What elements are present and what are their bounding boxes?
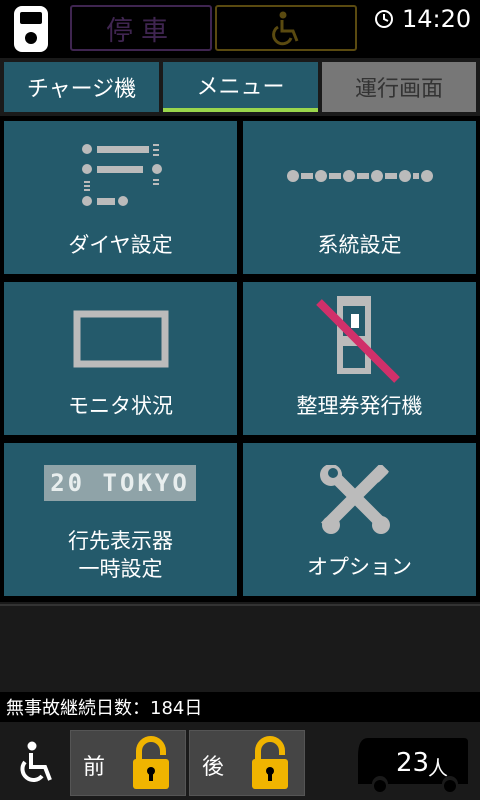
- wheelchair-icon: [272, 11, 299, 46]
- menu-tile-destination-display[interactable]: 20 TOKYO 行先表示器 一時設定: [4, 443, 237, 596]
- front-door-label: 前: [83, 755, 106, 780]
- clock-icon: [375, 10, 393, 28]
- menu-tile-label: オプション: [307, 555, 412, 579]
- empty-area: [0, 604, 480, 694]
- device-icon: [14, 6, 48, 52]
- menu-tile-label: ダイヤ設定: [68, 233, 173, 257]
- rear-door-lock-button[interactable]: 後: [189, 730, 305, 796]
- menu-tile-route[interactable]: 系統設定: [243, 121, 476, 274]
- status-bar: 停車 14:20: [0, 0, 480, 58]
- stop-indicator-label: 停車: [106, 15, 176, 47]
- passenger-count: 23: [396, 748, 430, 778]
- menu-tile-label: 系統設定: [317, 233, 402, 257]
- menu-tile-monitor[interactable]: モニタ状況: [4, 282, 237, 435]
- tools-icon: [320, 465, 390, 534]
- route-line-icon: [287, 170, 433, 182]
- wheelchair-icon[interactable]: [14, 740, 58, 786]
- destination-display-text: 20 TOKYO: [50, 469, 190, 497]
- menu-tile-options[interactable]: オプション: [243, 443, 476, 596]
- passenger-counter: 23 人: [354, 736, 470, 794]
- menu-tile-timetable[interactable]: ダイヤ設定: [4, 121, 237, 274]
- tab-charger[interactable]: チャージ機: [4, 62, 159, 112]
- lock-icon: [252, 736, 288, 789]
- wheelchair-indicator: [215, 5, 357, 51]
- clock-time: 14:20: [402, 5, 472, 33]
- tab-menu[interactable]: メニュー: [163, 62, 318, 112]
- menu-tile-ticket-machine[interactable]: 整理券発行機: [243, 282, 476, 435]
- front-door-lock-button[interactable]: 前: [70, 730, 186, 796]
- tab-operation[interactable]: 運行画面: [322, 62, 476, 112]
- lock-icon: [133, 736, 169, 789]
- accident-free-bar: 無事故継続日数：184日: [0, 692, 480, 722]
- menu-tile-label: モニタ状況: [68, 394, 173, 418]
- menu-tile-label: 行先表示器 一時設定: [68, 529, 173, 581]
- monitor-icon: [73, 310, 169, 368]
- timetable-icon: [82, 144, 162, 206]
- rear-door-label: 後: [202, 755, 225, 780]
- ticket-machine-disabled-icon: [316, 296, 400, 383]
- stop-indicator: 停車: [70, 5, 212, 51]
- menu-tile-label: 整理券発行機: [296, 394, 423, 418]
- accident-free-text: 無事故継続日数：184日: [6, 698, 203, 719]
- clock: 14:20: [374, 4, 480, 34]
- destination-display-icon: 20 TOKYO: [44, 465, 196, 501]
- passenger-unit: 人: [428, 756, 448, 780]
